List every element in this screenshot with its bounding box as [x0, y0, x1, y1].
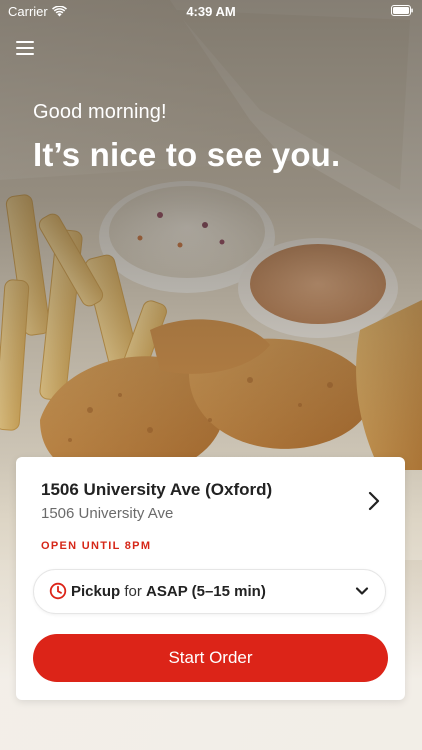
- screen: Carrier 4:39 AM Good morning! It’s nice …: [0, 0, 422, 750]
- status-bar: Carrier 4:39 AM: [0, 0, 422, 22]
- greeting-text: Good morning!: [33, 101, 167, 123]
- order-type-summary: Pickup for ASAP (5–15 min): [71, 583, 266, 600]
- order-time: ASAP (5–15 min): [146, 583, 266, 600]
- order-mode: Pickup: [71, 583, 121, 600]
- battery-icon: [391, 5, 413, 16]
- start-order-button[interactable]: Start Order: [33, 634, 388, 682]
- order-type-selector[interactable]: Pickup for ASAP (5–15 min): [33, 569, 386, 614]
- chevron-down-icon: [355, 587, 369, 595]
- menu-line: [16, 41, 34, 43]
- store-name[interactable]: 1506 University Ave (Oxford): [41, 480, 272, 500]
- order-connector: for: [124, 583, 142, 600]
- menu-line: [16, 53, 34, 55]
- hamburger-menu-icon[interactable]: [14, 38, 36, 58]
- menu-line: [16, 47, 34, 49]
- chevron-right-icon[interactable]: [366, 490, 382, 512]
- welcome-headline: It’s nice to see you.: [33, 136, 341, 173]
- store-address: 1506 University Ave: [41, 505, 174, 522]
- store-hours-status: OPEN UNTIL 8PM: [41, 540, 152, 552]
- status-time: 4:39 AM: [186, 4, 236, 19]
- store-card: 1506 University Ave (Oxford) 1506 Univer…: [16, 457, 405, 700]
- clock-icon: [49, 582, 67, 600]
